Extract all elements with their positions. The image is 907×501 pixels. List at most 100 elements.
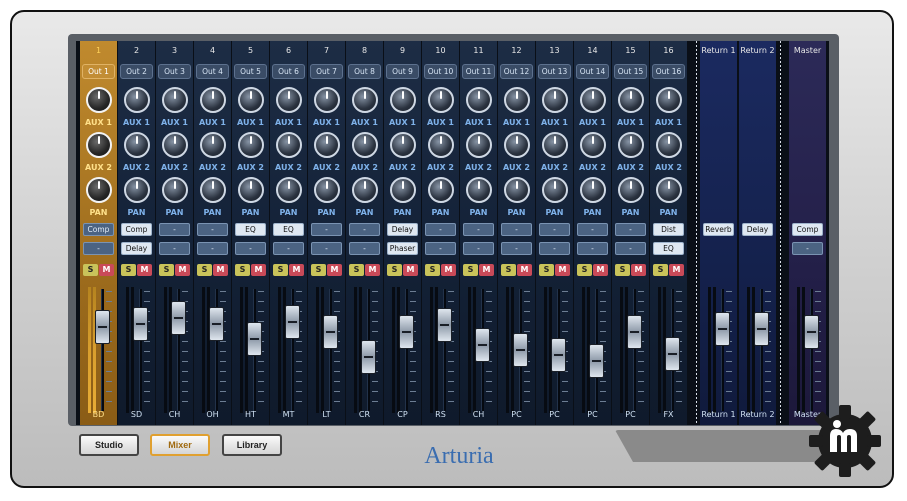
fx-slot-1[interactable]: Reverb: [703, 223, 734, 236]
solo-button[interactable]: S: [463, 264, 478, 276]
output-select[interactable]: Out 4: [196, 64, 229, 79]
solo-button[interactable]: S: [501, 264, 516, 276]
solo-button[interactable]: S: [159, 264, 174, 276]
fx-slot-2[interactable]: -: [311, 242, 342, 255]
pan-knob[interactable]: [503, 177, 530, 203]
fader-handle[interactable]: [361, 340, 376, 375]
aux2-knob[interactable]: [161, 132, 188, 158]
output-select[interactable]: Out 7: [310, 64, 343, 79]
pan-knob[interactable]: [579, 177, 606, 203]
pan-knob[interactable]: [351, 177, 378, 203]
aux1-knob[interactable]: [275, 87, 302, 113]
channel-strip[interactable]: 9 Out 9 AUX 1 AUX 2 PAN Delay Phaser S M CP: [384, 41, 421, 425]
aux2-knob[interactable]: [275, 132, 302, 158]
output-select[interactable]: Out 10: [424, 64, 457, 79]
fx-slot-2[interactable]: -: [349, 242, 380, 255]
aux2-knob[interactable]: [85, 132, 112, 158]
fader-handle[interactable]: [627, 315, 642, 350]
aux1-knob[interactable]: [655, 87, 682, 113]
fader-handle[interactable]: [475, 327, 490, 362]
mute-button[interactable]: M: [669, 264, 684, 276]
mute-button[interactable]: M: [175, 264, 190, 276]
solo-button[interactable]: S: [387, 264, 402, 276]
aux2-knob[interactable]: [427, 132, 454, 158]
pan-knob[interactable]: [161, 177, 188, 203]
solo-button[interactable]: S: [83, 264, 98, 276]
mute-button[interactable]: M: [327, 264, 342, 276]
aux2-knob[interactable]: [617, 132, 644, 158]
fx-slot-2[interactable]: -: [539, 242, 570, 255]
mute-button[interactable]: M: [251, 264, 266, 276]
fx-slot-1[interactable]: -: [539, 223, 570, 236]
aux1-knob[interactable]: [237, 87, 264, 113]
fx-slot-2[interactable]: Phaser: [387, 242, 418, 255]
solo-button[interactable]: S: [235, 264, 250, 276]
fx-slot-2[interactable]: -: [273, 242, 304, 255]
output-select[interactable]: Out 3: [158, 64, 191, 79]
output-select[interactable]: Out 16: [652, 64, 685, 79]
pan-knob[interactable]: [313, 177, 340, 203]
pan-knob[interactable]: [389, 177, 416, 203]
fader-handle[interactable]: [589, 343, 604, 378]
fader-handle[interactable]: [715, 311, 730, 346]
mute-button[interactable]: M: [555, 264, 570, 276]
master-strip[interactable]: Master Comp - Master: [789, 41, 826, 425]
fx-slot-2[interactable]: -: [159, 242, 190, 255]
output-select[interactable]: Out 15: [614, 64, 647, 79]
channel-strip[interactable]: 3 Out 3 AUX 1 AUX 2 PAN - - S M CH: [156, 41, 193, 425]
fx-slot-1[interactable]: Delay: [387, 223, 418, 236]
aux2-knob[interactable]: [123, 132, 150, 158]
channel-strip[interactable]: 4 Out 4 AUX 1 AUX 2 PAN - - S M OH: [194, 41, 231, 425]
fader-handle[interactable]: [437, 308, 452, 343]
fx-slot-1[interactable]: -: [425, 223, 456, 236]
fader-handle[interactable]: [95, 310, 110, 345]
fader-handle[interactable]: [665, 336, 680, 371]
channel-strip[interactable]: 7 Out 7 AUX 1 AUX 2 PAN - - S M LT: [308, 41, 345, 425]
pan-knob[interactable]: [123, 177, 150, 203]
pan-knob[interactable]: [427, 177, 454, 203]
return-strip[interactable]: Return 1 Reverb Return 1: [700, 41, 737, 425]
mute-button[interactable]: M: [403, 264, 418, 276]
channel-strip[interactable]: 14 Out 14 AUX 1 AUX 2 PAN - - S M PC: [574, 41, 611, 425]
aux2-knob[interactable]: [541, 132, 568, 158]
fader-handle[interactable]: [551, 338, 566, 373]
aux1-knob[interactable]: [541, 87, 568, 113]
fx-slot-2[interactable]: -: [425, 242, 456, 255]
aux2-knob[interactable]: [313, 132, 340, 158]
channel-strip[interactable]: 11 Out 11 AUX 1 AUX 2 PAN - - S M CH: [460, 41, 497, 425]
aux1-knob[interactable]: [85, 87, 112, 113]
fx-slot-2[interactable]: Delay: [121, 242, 152, 255]
mute-button[interactable]: M: [99, 264, 114, 276]
aux1-knob[interactable]: [389, 87, 416, 113]
fx-slot-1[interactable]: EQ: [235, 223, 266, 236]
channel-strip[interactable]: 10 Out 10 AUX 1 AUX 2 PAN - - S M RS: [422, 41, 459, 425]
aux1-knob[interactable]: [465, 87, 492, 113]
pan-knob[interactable]: [199, 177, 226, 203]
channel-strip[interactable]: 8 Out 8 AUX 1 AUX 2 PAN - - S M CR: [346, 41, 383, 425]
fx-slot-1[interactable]: Comp: [83, 223, 114, 236]
fx-slot-2[interactable]: -: [197, 242, 228, 255]
fader-handle[interactable]: [323, 315, 338, 350]
aux1-knob[interactable]: [123, 87, 150, 113]
aux1-knob[interactable]: [351, 87, 378, 113]
aux2-knob[interactable]: [465, 132, 492, 158]
fx-slot-1[interactable]: EQ: [273, 223, 304, 236]
gear-icon[interactable]: [806, 402, 884, 480]
solo-button[interactable]: S: [577, 264, 592, 276]
fx-slot-2[interactable]: EQ: [653, 242, 684, 255]
mute-button[interactable]: M: [365, 264, 380, 276]
studio-button[interactable]: Studio: [79, 434, 139, 456]
output-select[interactable]: Out 14: [576, 64, 609, 79]
fader-handle[interactable]: [209, 306, 224, 341]
aux1-knob[interactable]: [313, 87, 340, 113]
pan-knob[interactable]: [275, 177, 302, 203]
output-select[interactable]: Out 12: [500, 64, 533, 79]
solo-button[interactable]: S: [121, 264, 136, 276]
aux2-knob[interactable]: [655, 132, 682, 158]
fader-handle[interactable]: [804, 315, 819, 350]
aux2-knob[interactable]: [579, 132, 606, 158]
solo-button[interactable]: S: [349, 264, 364, 276]
fx-slot-1[interactable]: -: [197, 223, 228, 236]
solo-button[interactable]: S: [311, 264, 326, 276]
fx-slot-2[interactable]: -: [235, 242, 266, 255]
